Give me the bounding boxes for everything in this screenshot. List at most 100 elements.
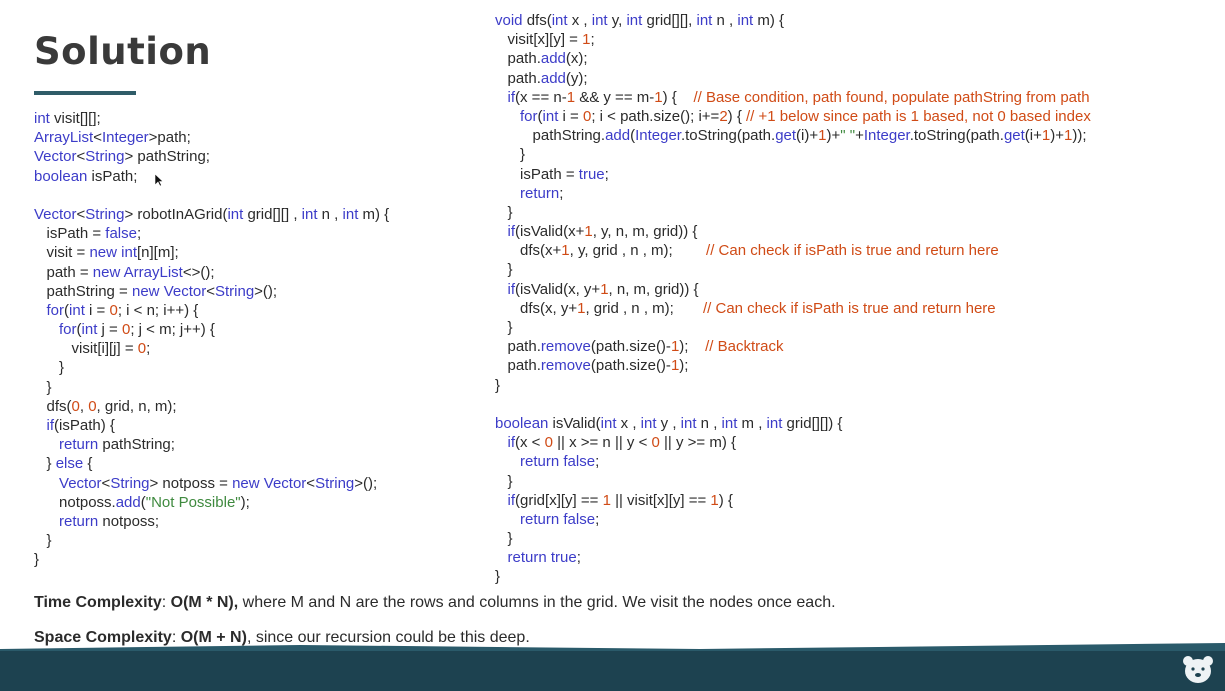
code-token: } [495, 530, 513, 548]
code-token: new [232, 474, 260, 492]
code-token: >path; [148, 129, 191, 147]
code-token: , y, grid , n , m); [569, 242, 707, 260]
code-token: <>(); [182, 263, 215, 281]
code-token: 1 [561, 242, 570, 260]
code-token: int [591, 12, 608, 29]
code-token: "Not Possible" [145, 493, 241, 511]
time-complexity-sep: : [161, 594, 171, 611]
code-token: )); [1072, 127, 1087, 145]
code-token: int [227, 205, 244, 223]
code-line: int visit[][]; [34, 109, 389, 128]
code-token: ; [576, 549, 581, 567]
code-token: return [507, 549, 547, 567]
code-token: { [83, 455, 93, 473]
code-token: Vector [263, 474, 307, 492]
code-token: ; [595, 453, 600, 471]
code-line: } [34, 550, 389, 569]
code-line: } else { [34, 454, 389, 473]
code-token: } [495, 472, 513, 490]
time-complexity-label: Time Complexity [34, 594, 162, 611]
code-line: return pathString; [34, 435, 389, 454]
code-token: true [550, 549, 577, 567]
code-token: < [306, 474, 316, 492]
code-line: if(x == n-1 && y == m-1) { // Base condi… [495, 88, 1091, 107]
code-token: } [34, 532, 52, 550]
code-token: if [46, 417, 55, 434]
code-token: int [69, 301, 85, 319]
code-token: ; [590, 31, 595, 49]
code-token: ArrayList [123, 263, 183, 281]
code-token: (y); [565, 69, 588, 87]
code-line: return true; [495, 548, 1091, 567]
code-token: pathString. [495, 127, 606, 145]
code-line: notposs.add("Not Possible"); [34, 493, 389, 512]
slide-title: Solution [34, 30, 212, 73]
footer-band [0, 651, 1225, 691]
code-token: 1 [602, 491, 611, 509]
code-token: return [520, 510, 560, 528]
code-token: get [775, 127, 797, 145]
code-line: if(x < 0 || x >= n || y < 0 || y >= m) { [495, 433, 1091, 452]
code-token: " " [840, 127, 856, 145]
code-token: dfs( [34, 397, 72, 415]
code-line: for(int j = 0; j < m; j++) { [34, 320, 389, 339]
code-token: } [495, 319, 513, 336]
code-token: 1 [600, 280, 609, 298]
code-line: visit = new int[n][m]; [34, 243, 389, 262]
code-token: n , [317, 205, 343, 223]
code-token: < [76, 148, 86, 166]
code-line: if(grid[x][y] == 1 || visit[x][y] == 1) … [495, 491, 1091, 510]
code-line: return false; [495, 452, 1091, 471]
code-token: pathString = [34, 282, 132, 300]
code-token: int [721, 414, 738, 432]
code-token: > robotInAGrid( [124, 205, 228, 223]
code-token: Integer [863, 127, 910, 145]
code-token: < [76, 205, 86, 223]
code-token: , grid, n, m); [96, 397, 177, 415]
code-line: Vector<String> robotInAGrid(int grid[][]… [34, 205, 389, 224]
code-token: < [93, 129, 102, 147]
code-token: dfs(x+ [495, 242, 562, 260]
code-line: } [495, 529, 1091, 548]
code-line: path.add(x); [495, 49, 1091, 68]
time-complexity-value: O(M * N), [170, 594, 239, 611]
code-token: Integer [101, 129, 149, 147]
code-token: int [640, 414, 657, 432]
code-token: m , [737, 414, 767, 432]
code-line: path = new ArrayList<>(); [34, 263, 389, 282]
code-token: .toString(path. [680, 127, 776, 145]
code-line: } [495, 203, 1091, 222]
code-token: (path.size()- [590, 357, 671, 375]
code-token: // Can check if isPath is true and retur… [706, 242, 999, 260]
code-token: || x >= n || y < [552, 434, 652, 452]
code-token: Integer [635, 127, 681, 145]
code-token: return [520, 184, 560, 202]
code-token: < [101, 474, 111, 492]
code-token: if [507, 223, 516, 241]
code-token: path. [495, 69, 541, 87]
time-complexity-text: where M and N are the rows and columns i… [238, 594, 836, 611]
code-token: >(); [254, 282, 278, 300]
code-token: ; j < m; j++) { [130, 321, 215, 339]
code-token: isPath = [495, 165, 579, 183]
code-token: 1 [1041, 127, 1051, 145]
code-token: } [34, 551, 40, 569]
code-token: new [89, 244, 117, 262]
code-token: 0 [137, 340, 147, 358]
code-token: ArrayList [34, 129, 94, 147]
code-token: // +1 below since path is 1 based, not 0… [746, 107, 1091, 125]
code-token: visit = [34, 244, 90, 262]
code-token: m) { [358, 205, 390, 223]
code-token: for [520, 107, 538, 125]
code-token: return [520, 453, 560, 471]
